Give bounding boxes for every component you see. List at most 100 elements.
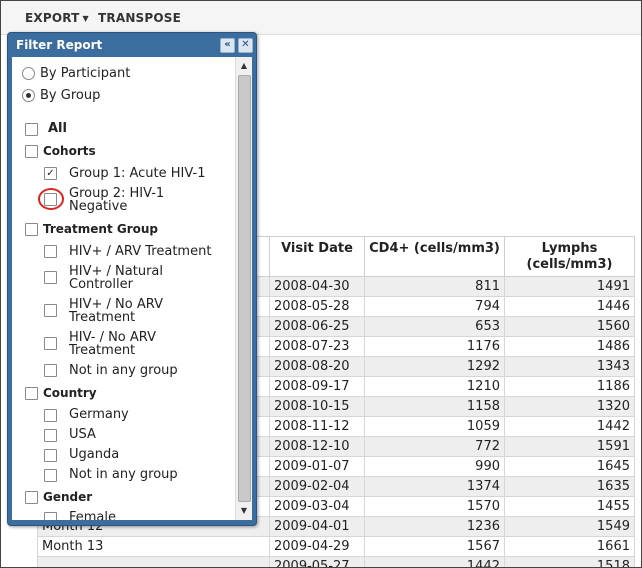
visit-date-cell: 2008-12-10	[269, 436, 365, 457]
lymphs-cell: 1491	[504, 276, 635, 297]
cd4-cell: 1059	[364, 416, 505, 437]
country-uganda-checkbox[interactable]	[44, 449, 57, 462]
visit-date-cell: 2008-10-15	[269, 396, 365, 417]
radio-label: By Group	[40, 88, 101, 103]
cd4-cell: 1176	[364, 336, 505, 357]
all-label: All	[48, 121, 67, 136]
lymphs-cell: 1661	[504, 536, 635, 557]
treatment-group-checkbox[interactable]	[25, 223, 38, 236]
treatment-natural-checkbox[interactable]	[44, 271, 57, 284]
grid-header-cd4[interactable]: CD4+ (cells/mm3)	[364, 236, 505, 277]
visit-date-cell: 2008-06-25	[269, 316, 365, 337]
report-frame: EXPORT ▼ TRANSPOSE Visit Date CD4+ (cells…	[0, 0, 642, 568]
country-usa-checkbox[interactable]	[44, 429, 57, 442]
country-germany-checkbox[interactable]	[44, 409, 57, 422]
visit-date-cell: 2008-07-23	[269, 336, 365, 357]
radio-button[interactable]	[22, 89, 35, 102]
treatment-no-arv-pos-checkbox[interactable]	[44, 304, 57, 317]
cd4-cell: 1292	[364, 356, 505, 377]
treatment-no-arv-neg-checkbox[interactable]	[44, 337, 57, 350]
all-checkbox[interactable]	[25, 123, 38, 136]
cohorts-label: Cohorts	[43, 144, 96, 158]
gender-checkbox[interactable]	[25, 491, 38, 504]
scroll-down-icon[interactable]: ▼	[236, 504, 252, 518]
cd4-cell: 1158	[364, 396, 505, 417]
country-usa-label: USA	[69, 427, 96, 442]
scroll-up-icon[interactable]: ▲	[236, 59, 252, 73]
visit-date-cell: 2008-09-17	[269, 376, 365, 397]
export-menu-button[interactable]: EXPORT ▼	[25, 11, 89, 25]
scrollbar-thumb[interactable]	[238, 75, 251, 502]
country-none-label: Not in any group	[69, 467, 178, 482]
panel-scrollbar[interactable]: ▲ ▼	[235, 57, 252, 520]
caret-down-icon: ▼	[82, 14, 89, 23]
visit-date-cell: 2009-02-04	[269, 476, 365, 497]
country-uganda-label: Uganda	[69, 447, 120, 462]
treatment-none-checkbox[interactable]	[44, 364, 57, 377]
visit-date-cell: 2009-04-29	[269, 536, 365, 557]
country-germany-label: Germany	[69, 407, 129, 422]
cd4-cell: 1442	[364, 556, 505, 567]
lymphs-cell: 1518	[504, 556, 635, 567]
cohorts-checkbox[interactable]	[25, 145, 38, 158]
close-icon[interactable]: ✕	[238, 38, 253, 53]
cd4-cell: 1570	[364, 496, 505, 517]
cd4-cell: 811	[364, 276, 505, 297]
table-row: Month 13 2009-04-29 1567 1661	[37, 536, 635, 557]
treatment-none-label: Not in any group	[69, 363, 178, 378]
row-label-cell	[37, 556, 270, 567]
cd4-cell: 1236	[364, 516, 505, 537]
panel-title: Filter Report	[16, 38, 103, 52]
lymphs-cell: 1442	[504, 416, 635, 437]
cd4-cell: 1374	[364, 476, 505, 497]
lymphs-cell: 1645	[504, 456, 635, 477]
lymphs-cell: 1486	[504, 336, 635, 357]
cd4-cell: 990	[364, 456, 505, 477]
cohort-group1-label: Group 1: Acute HIV-1	[69, 166, 206, 181]
lymphs-cell: 1320	[504, 396, 635, 417]
lymphs-cell: 1635	[504, 476, 635, 497]
lymphs-cell: 1343	[504, 356, 635, 377]
treatment-no-arv-neg-label: HIV- / No ARV Treatment	[69, 330, 156, 358]
gender-female-label: Female	[69, 510, 117, 520]
export-label: EXPORT	[25, 11, 80, 25]
country-checkbox[interactable]	[25, 387, 38, 400]
treatment-arv-label: HIV+ / ARV Treatment	[69, 244, 212, 259]
cd4-cell: 1210	[364, 376, 505, 397]
visit-date-cell: 2008-11-12	[269, 416, 365, 437]
cd4-cell: 772	[364, 436, 505, 457]
transpose-button[interactable]: TRANSPOSE	[98, 11, 181, 25]
cohort-group1-checkbox[interactable]: ✓	[44, 167, 57, 180]
cd4-cell: 794	[364, 296, 505, 317]
table-row: 2009-05-27 1442 1518	[37, 556, 635, 567]
double-chevron-left-icon[interactable]: «	[220, 38, 235, 53]
country-none-checkbox[interactable]	[44, 469, 57, 482]
cohort-group2-checkbox[interactable]	[44, 193, 57, 206]
treatment-natural-label: HIV+ / Natural Controller	[69, 264, 163, 292]
lymphs-cell: 1186	[504, 376, 635, 397]
treatment-group-label: Treatment Group	[43, 222, 159, 236]
treatment-arv-checkbox[interactable]	[44, 245, 57, 258]
toolbar: EXPORT ▼ TRANSPOSE	[1, 1, 641, 35]
filter-report-panel: Filter Report « ✕ By Participant By Grou…	[7, 32, 257, 526]
gender-label: Gender	[43, 490, 93, 504]
radio-button[interactable]	[22, 67, 35, 80]
cd4-cell: 1567	[364, 536, 505, 557]
visit-date-cell: 2008-05-28	[269, 296, 365, 317]
treatment-no-arv-pos-label: HIV+ / No ARV Treatment	[69, 297, 163, 325]
visit-date-cell: 2009-01-07	[269, 456, 365, 477]
lymphs-cell: 1549	[504, 516, 635, 537]
lymphs-cell: 1455	[504, 496, 635, 517]
gender-female-checkbox[interactable]	[44, 512, 57, 520]
grid-header-lymphs[interactable]: Lymphs (cells/mm3)	[504, 236, 635, 277]
row-label-cell: Month 13	[37, 536, 270, 557]
visit-date-cell: 2008-04-30	[269, 276, 365, 297]
country-label: Country	[43, 386, 97, 400]
lymphs-cell: 1591	[504, 436, 635, 457]
grid-header-visit-date[interactable]: Visit Date	[269, 236, 365, 277]
lymphs-cell: 1560	[504, 316, 635, 337]
visit-date-cell: 2009-05-27	[269, 556, 365, 567]
visit-date-cell: 2008-08-20	[269, 356, 365, 377]
lymphs-cell: 1446	[504, 296, 635, 317]
cd4-cell: 653	[364, 316, 505, 337]
